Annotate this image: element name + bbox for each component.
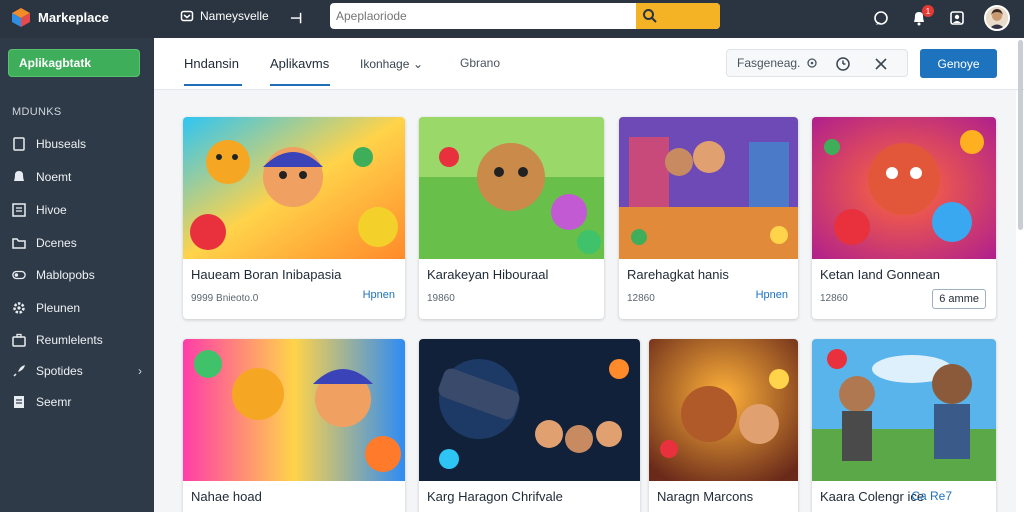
app-card[interactable]: Rarehagkat hanis 12860 Hpnen — [619, 117, 798, 319]
sidebar-item-label: Mablopobs — [36, 268, 95, 282]
app-card[interactable]: Haueam Boran Inibapasia 9999 Bnieoto.0 H… — [183, 117, 405, 319]
card-title: Nahae hoad — [191, 489, 262, 504]
sidebar-item-9[interactable]: Seemr — [0, 388, 154, 416]
card-meta: 9999 Bnieoto.0 — [191, 293, 259, 304]
card-title: Karakeyan Hibouraal — [427, 267, 549, 282]
card-meta: 12860 — [820, 293, 848, 304]
tab-3-label: Ikonhage — [360, 57, 410, 71]
card-action-button[interactable]: 6 amme — [932, 289, 986, 309]
card-open-link[interactable]: Hpnen — [756, 289, 788, 301]
rocket-icon — [12, 364, 26, 378]
tab-2[interactable]: Aplikavms — [270, 56, 330, 86]
sidebar-item-label: Noemt — [36, 170, 72, 184]
tab-3[interactable]: Ikonhage ⌄ — [360, 56, 423, 86]
page-icon — [12, 395, 26, 409]
app-card[interactable]: Kaara Colengr ice Ca Re7 — [812, 339, 996, 512]
sidebar-item-label: Pleunen — [36, 301, 81, 315]
toggle-icon — [12, 268, 26, 282]
card-image — [183, 339, 405, 481]
app-card[interactable]: Nahae hoad — [183, 339, 405, 512]
sidebar-item-6[interactable]: Pleunen — [0, 294, 154, 322]
sidebar-item-8[interactable]: Spotides › — [0, 357, 154, 385]
search-icon — [643, 9, 657, 23]
sidebar-item-label: Spotides — [36, 364, 83, 378]
card-meta: 19860 — [427, 293, 455, 304]
card-price: Ca Re7 — [911, 489, 952, 503]
filter-label: Fasgeneag. — [737, 56, 801, 70]
bell-icon — [12, 170, 26, 184]
card-image — [812, 339, 996, 481]
app-grid: Haueam Boran Inibapasia 9999 Bnieoto.0 H… — [154, 90, 1016, 512]
search-bar — [330, 3, 720, 29]
card-title: Ketan Iand Gonnean — [820, 267, 940, 282]
chat-icon[interactable] — [870, 7, 892, 29]
sidebar-item-1[interactable]: Hbuseals — [0, 130, 154, 158]
collapse-icon[interactable]: ⊣ — [290, 10, 302, 27]
brand-logo-icon — [12, 8, 30, 27]
sidebar-item-label: Hivoe — [36, 203, 67, 217]
list-icon — [12, 203, 26, 217]
card-image — [649, 339, 798, 481]
card-image — [619, 117, 798, 259]
sidebar-item-label: Seemr — [36, 395, 72, 409]
notification-icon[interactable]: 1 — [908, 5, 934, 29]
card-meta: 12860 — [627, 293, 655, 304]
card-open-link[interactable]: Hpnen — [363, 289, 395, 301]
tab-4[interactable]: Gbrano — [460, 56, 500, 86]
settings-icon — [807, 58, 818, 68]
store-icon — [180, 10, 194, 22]
app-card[interactable]: Karakeyan Hibouraal 19860 — [419, 117, 604, 319]
card-title: Rarehagkat hanis — [627, 267, 729, 282]
sidebar-heading: MDUNKS — [12, 106, 62, 118]
main-content: Hndansin Aplikavms Ikonhage ⌄ Gbrano Fas… — [154, 38, 1024, 512]
app-card[interactable]: Naragn Marcons — [649, 339, 798, 512]
sidebar-item-label: Hbuseals — [36, 137, 87, 151]
store-link[interactable]: Nameysvelle — [180, 9, 269, 23]
sidebar-item-5[interactable]: Mablopobs — [0, 261, 154, 289]
card-title: Kaara Colengr ice — [820, 489, 925, 504]
avatar[interactable] — [984, 5, 1010, 31]
sidebar-item-4[interactable]: Dcenes — [0, 229, 154, 257]
sidebar-item-label: Reumlelents — [36, 333, 103, 347]
app-card[interactable]: Karg Haragon Chrifvale — [419, 339, 640, 512]
top-bar: Markeplace Nameysvelle ⊣ 1 — [0, 0, 1024, 38]
history-icon[interactable] — [834, 55, 852, 73]
profile-card-icon[interactable] — [946, 7, 968, 29]
primary-button[interactable]: Genoye — [920, 49, 997, 78]
chevron-right-icon: › — [138, 364, 142, 378]
sidebar-item-label: Dcenes — [36, 236, 77, 250]
chevron-down-icon: ⌄ — [413, 57, 424, 71]
card-title: Karg Haragon Chrifvale — [427, 489, 563, 504]
file-icon — [12, 137, 26, 151]
notification-badge: 1 — [922, 5, 934, 17]
sidebar-cta-button[interactable]: Aplikagbtatk — [8, 49, 140, 77]
card-image — [812, 117, 996, 259]
scrollbar[interactable] — [1018, 40, 1023, 230]
sidebar-item-3[interactable]: Hivoe — [0, 196, 154, 224]
sidebar-item-2[interactable]: Noemt — [0, 163, 154, 191]
sidebar: Aplikagbtatk MDUNKS Hbuseals Noemt Hivoe… — [0, 38, 154, 512]
brand-name: Markeplace — [38, 9, 109, 25]
sidebar-item-7[interactable]: Reumlelents — [0, 326, 154, 354]
search-input[interactable] — [336, 6, 636, 26]
folder-icon — [12, 236, 26, 250]
app-card[interactable]: Ketan Iand Gonnean 12860 6 amme — [812, 117, 996, 319]
briefcase-icon — [12, 333, 26, 347]
tab-1[interactable]: Hndansin — [184, 56, 242, 86]
card-title: Naragn Marcons — [657, 489, 754, 504]
card-image — [183, 117, 405, 259]
close-icon[interactable] — [872, 55, 890, 73]
gear-icon — [12, 301, 26, 315]
card-image — [419, 339, 640, 481]
card-title: Haueam Boran Inibapasia — [191, 267, 342, 282]
search-button[interactable] — [636, 3, 720, 29]
store-link-label: Nameysvelle — [200, 9, 269, 23]
tab-bar: Hndansin Aplikavms Ikonhage ⌄ Gbrano Fas… — [154, 38, 1024, 90]
top-icons: 1 — [870, 5, 1010, 31]
card-image — [419, 117, 604, 259]
brand[interactable]: Markeplace — [10, 6, 109, 28]
